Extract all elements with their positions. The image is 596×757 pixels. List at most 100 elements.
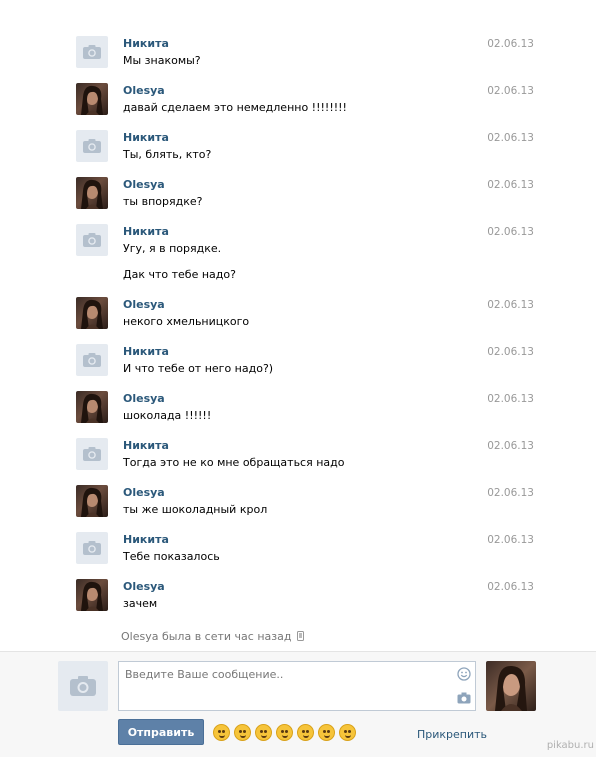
message-text: ты впорядке? — [123, 195, 203, 208]
avatar[interactable] — [76, 177, 108, 209]
message-row: Olesya 02.06.13 ты же шоколадный крол — [76, 485, 536, 521]
message-text: давай сделаем это немедленно !!!!!!!! — [123, 101, 347, 114]
emoji-mouth — [324, 735, 330, 738]
message-author[interactable]: Никита — [123, 225, 169, 238]
message-row: Olesya 02.06.13 ты впорядке? — [76, 177, 536, 213]
message-row: Никита 02.06.13 И что тебе от него надо?) — [76, 344, 536, 380]
profile-photo — [81, 179, 103, 209]
message-date[interactable]: 02.06.13 — [487, 581, 534, 593]
message-date[interactable]: 02.06.13 — [487, 226, 534, 238]
avatar-placeholder[interactable] — [76, 130, 108, 162]
camera-icon — [83, 447, 101, 461]
emoji-grin-icon[interactable] — [213, 724, 230, 741]
message-row: Никита 02.06.13 Тебе показалось — [76, 532, 536, 568]
emoji-mouth — [219, 735, 225, 738]
emoji-mouth — [345, 735, 351, 738]
attach-photo-icon[interactable] — [457, 692, 471, 704]
peer-avatar[interactable] — [486, 661, 536, 711]
emoji-weary-icon[interactable] — [297, 724, 314, 741]
avatar[interactable] — [76, 297, 108, 329]
message-text: некого хмельницкого — [123, 315, 250, 328]
avatar-placeholder[interactable] — [76, 438, 108, 470]
message-text: зачем — [123, 597, 158, 610]
message-text: Тебе показалось — [123, 550, 220, 563]
message-author[interactable]: Никита — [123, 439, 169, 452]
message-date[interactable]: 02.06.13 — [487, 346, 534, 358]
emoji-wink-icon[interactable] — [339, 724, 356, 741]
message-date[interactable]: 02.06.13 — [487, 393, 534, 405]
emoji-mouth — [240, 735, 246, 738]
message-composer: Введите Ваше сообщение.. Отправить Прикр… — [0, 651, 596, 757]
emoji-pensive-icon[interactable] — [276, 724, 293, 741]
message-text: Тогда это не ко мне обращаться надо — [123, 456, 345, 469]
message-author[interactable]: Olesya — [123, 84, 165, 97]
message-author[interactable]: Никита — [123, 37, 169, 50]
message-date[interactable]: 02.06.13 — [487, 132, 534, 144]
emoji-crying-icon[interactable] — [255, 724, 272, 741]
message-text: Угу, я в порядке. — [123, 242, 222, 255]
message-text: ты же шоколадный крол — [123, 503, 268, 516]
message-row: Никита 02.06.13 Ты, блять, кто? — [76, 130, 536, 166]
avatar[interactable] — [76, 579, 108, 611]
message-date[interactable]: 02.06.13 — [487, 299, 534, 311]
message-row: Olesya 02.06.13 шоколада !!!!!! — [76, 391, 536, 427]
message-author[interactable]: Olesya — [123, 392, 165, 405]
avatar[interactable] — [76, 83, 108, 115]
message-author[interactable]: Никита — [123, 533, 169, 546]
message-author[interactable]: Никита — [123, 345, 169, 358]
message-date[interactable]: 02.06.13 — [487, 440, 534, 452]
emoji-mouth — [261, 735, 267, 738]
camera-icon — [83, 541, 101, 555]
profile-photo — [81, 85, 103, 115]
message-author[interactable]: Olesya — [123, 178, 165, 191]
avatar-placeholder[interactable] — [76, 532, 108, 564]
avatar[interactable] — [76, 485, 108, 517]
camera-icon — [83, 139, 101, 153]
my-avatar[interactable] — [58, 661, 108, 711]
message-author[interactable]: Olesya — [123, 298, 165, 311]
message-date[interactable]: 02.06.13 — [487, 487, 534, 499]
avatar-placeholder[interactable] — [76, 224, 108, 256]
avatar-placeholder[interactable] — [76, 36, 108, 68]
online-status: Olesya была в сети час назад — [121, 630, 304, 643]
attach-link[interactable]: Прикрепить — [417, 728, 487, 741]
message-date[interactable]: 02.06.13 — [487, 534, 534, 546]
message-date[interactable]: 02.06.13 — [487, 38, 534, 50]
smile-icon[interactable] — [457, 667, 471, 681]
camera-icon — [83, 233, 101, 247]
message-author[interactable]: Никита — [123, 131, 169, 144]
watermark: pikabu.ru — [546, 740, 594, 751]
message-author[interactable]: Olesya — [123, 486, 165, 499]
emoji-bar — [213, 724, 356, 741]
emoji-flushed-icon[interactable] — [234, 724, 251, 741]
online-status-text: Olesya была в сети час назад — [121, 630, 292, 643]
message-input[interactable]: Введите Ваше сообщение.. — [118, 661, 476, 711]
emoji-mouth — [303, 735, 309, 738]
message-text: Ты, блять, кто? — [123, 148, 212, 161]
message-row: Olesya 02.06.13 зачем — [76, 579, 536, 615]
message-author[interactable]: Olesya — [123, 580, 165, 593]
message-text: И что тебе от него надо?) — [123, 362, 274, 375]
message-input-placeholder: Введите Ваше сообщение.. — [125, 668, 284, 681]
message-row: Никита 02.06.13 Мы знакомы? — [76, 36, 536, 72]
camera-icon — [83, 353, 101, 367]
message-date[interactable]: 02.06.13 — [487, 85, 534, 97]
avatar-placeholder[interactable] — [76, 344, 108, 376]
camera-icon — [70, 676, 96, 696]
message-row: Никита 02.06.13 Тогда это не ко мне обраща… — [76, 438, 536, 474]
send-button[interactable]: Отправить — [118, 719, 204, 745]
message-row: Olesya 02.06.13 некого хмельницкого — [76, 297, 536, 333]
message-row: Olesya 02.06.13 давай сделаем это немедлен… — [76, 83, 536, 119]
profile-photo — [81, 487, 103, 517]
profile-photo — [81, 581, 103, 611]
emoji-grin-teeth-icon[interactable] — [318, 724, 335, 741]
message-text: Дак что тебе надо? — [123, 268, 236, 281]
profile-photo — [81, 299, 103, 329]
message-row: Никита 02.06.13 Угу, я в порядке. Дак что т… — [76, 224, 536, 284]
profile-photo — [81, 393, 103, 423]
mobile-icon — [296, 631, 304, 641]
message-text: Мы знакомы? — [123, 54, 201, 67]
message-date[interactable]: 02.06.13 — [487, 179, 534, 191]
emoji-mouth — [282, 735, 288, 738]
avatar[interactable] — [76, 391, 108, 423]
